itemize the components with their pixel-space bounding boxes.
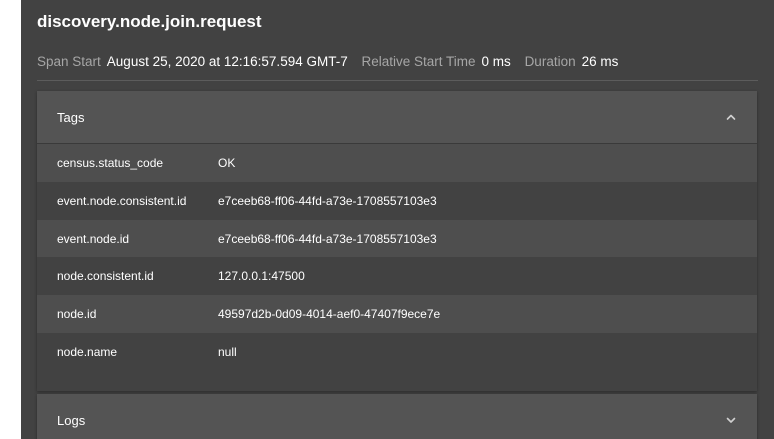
tag-value: e7ceeb68-ff06-44fd-a73e-1708557103e3 (218, 231, 437, 246)
tag-row: event.node.consistent.id e7ceeb68-ff06-44… (37, 181, 757, 220)
duration-label: Duration (524, 54, 576, 69)
tag-key: event.node.id (57, 231, 130, 246)
span-start-label: Span Start (37, 54, 101, 69)
tag-row: census.status_code OK (37, 144, 757, 182)
tag-value: e7ceeb68-ff06-44fd-a73e-1708557103e3 (218, 193, 437, 208)
tag-key: node.name (57, 344, 118, 359)
logs-section: Logs (37, 394, 757, 439)
span-meta: Span Start August 25, 2020 at 12:16:57.59… (37, 54, 628, 69)
chevron-down-icon[interactable] (725, 414, 737, 426)
tag-key: node.id (57, 307, 97, 322)
span-details-panel: discovery.node.join.request Span Start Au… (21, 0, 774, 439)
tag-row: event.node.id e7ceeb68-ff06-44fd-a73e-170… (37, 219, 757, 258)
tags-section: Tags census.status_code OK event.node.cons… (37, 91, 757, 391)
tag-row: node.consistent.id 127.0.0.1:47500 (37, 257, 757, 296)
relative-start-value: 0 ms (481, 54, 511, 69)
tags-section-header[interactable]: Tags (37, 91, 757, 144)
tags-section-title: Tags (57, 110, 85, 125)
divider (37, 80, 758, 81)
tag-row: node.id 49597d2b-0d09-4014-aef0-47407f9ec… (37, 295, 757, 333)
tag-key: node.consistent.id (57, 269, 154, 284)
tags-table: census.status_code OK event.node.consisten… (37, 144, 757, 371)
tag-value: 49597d2b-0d09-4014-aef0-47407f9ece7e (218, 307, 441, 322)
duration-value: 26 ms (581, 54, 619, 69)
logs-section-title: Logs (57, 413, 86, 428)
tag-value: 127.0.0.1:47500 (218, 269, 305, 284)
tag-value: OK (218, 156, 236, 170)
tag-value: null (218, 344, 237, 359)
tag-key: census.status_code (57, 156, 164, 170)
logs-section-header[interactable]: Logs (37, 394, 757, 439)
tag-row: node.name null (37, 332, 757, 371)
relative-start-label: Relative Start Time (361, 54, 476, 69)
chevron-up-icon[interactable] (725, 111, 737, 123)
span-title: discovery.node.join.request (37, 12, 262, 31)
tag-key: event.node.consistent.id (57, 193, 187, 208)
span-start-value: August 25, 2020 at 12:16:57.594 GMT-7 (106, 54, 348, 69)
